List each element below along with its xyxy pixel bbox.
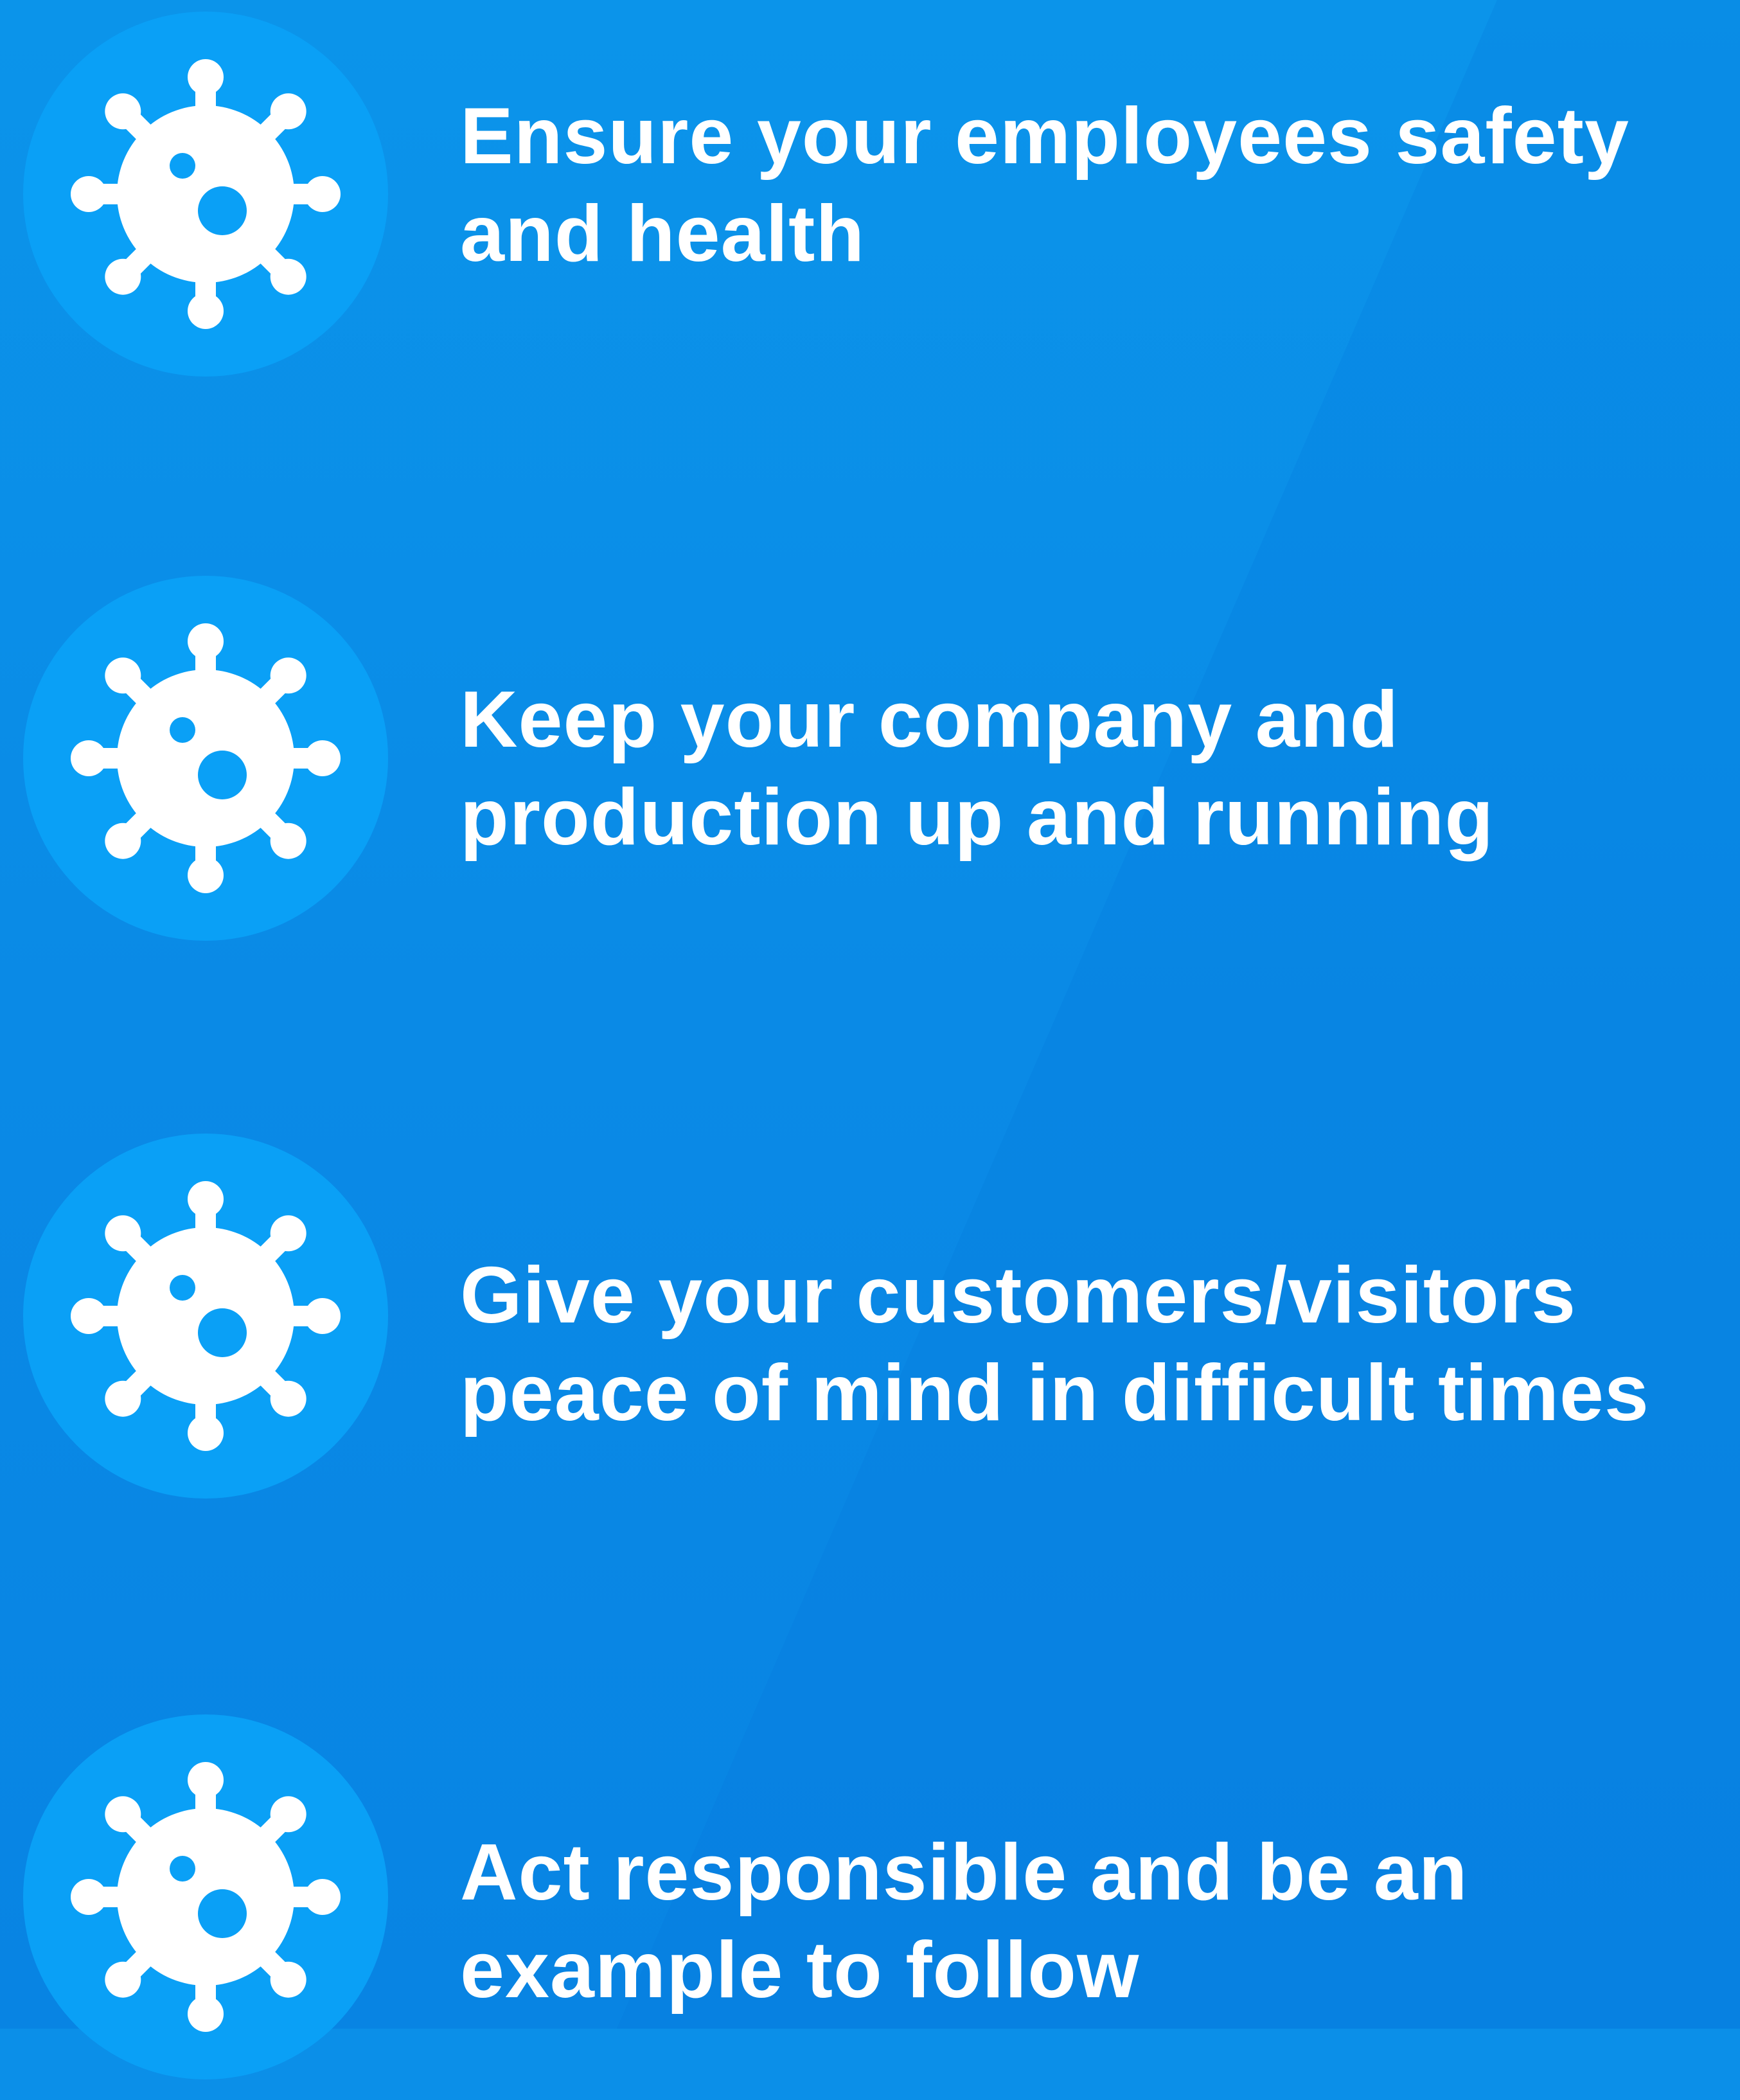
benefit-text-line-1: Ensure your employees safety — [460, 92, 1629, 181]
benefit-text: Act responsible and be an example to fol… — [460, 1824, 1719, 2019]
benefit-text-line-2: peace of mind in difficult times — [460, 1349, 1649, 1437]
icon-circle — [23, 576, 388, 941]
virus-icon — [71, 59, 341, 329]
benefit-item-3: Give your customers/visitors peace of mi… — [0, 1134, 1740, 1519]
icon-circle — [23, 1714, 388, 2079]
virus-icon — [71, 623, 341, 893]
benefit-item-4: Act responsible and be an example to fol… — [0, 1714, 1740, 2100]
benefit-item-2: Keep your company and production up and … — [0, 576, 1740, 961]
benefit-item-1: Ensure your employees safety and health — [0, 12, 1740, 397]
benefit-text-line-1: Act responsible and be an — [460, 1828, 1468, 1917]
benefit-text-line-1: Keep your company and — [460, 675, 1399, 764]
benefit-text: Give your customers/visitors peace of mi… — [460, 1247, 1719, 1442]
benefit-text: Keep your company and production up and … — [460, 671, 1719, 866]
benefit-text-line-1: Give your customers/visitors — [460, 1251, 1577, 1340]
benefit-text: Ensure your employees safety and health — [460, 87, 1719, 283]
benefit-text-line-2: production up and running — [460, 773, 1495, 862]
icon-circle — [23, 12, 388, 377]
benefit-text-line-2: and health — [460, 190, 866, 278]
icon-circle — [23, 1134, 388, 1499]
virus-icon — [71, 1762, 341, 2032]
benefit-text-line-2: example to follow — [460, 1926, 1140, 2015]
virus-icon — [71, 1181, 341, 1451]
